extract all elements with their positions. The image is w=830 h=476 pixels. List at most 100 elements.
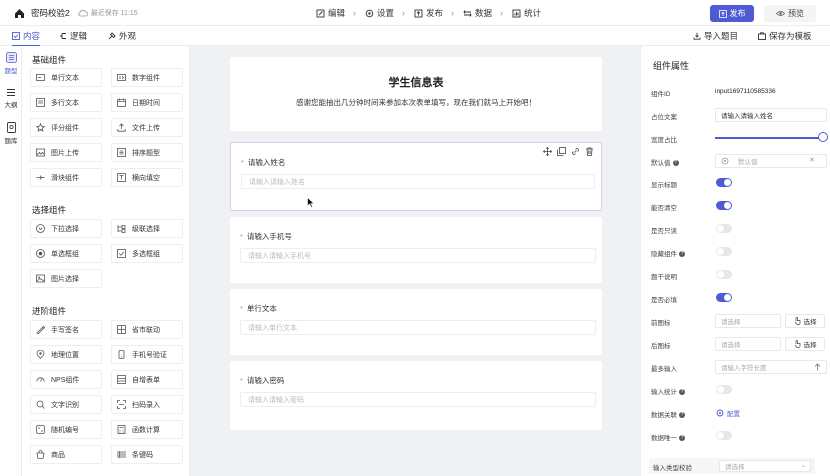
- prefix-icon-input[interactable]: 请选择: [715, 314, 781, 328]
- name-input[interactable]: 请输入请输入姓名: [241, 174, 595, 189]
- component-ocr[interactable]: 文字识别: [30, 395, 102, 414]
- component-function-calc[interactable]: 函数计算: [111, 420, 183, 439]
- required-switch[interactable]: [716, 293, 732, 302]
- question-card[interactable]: * 请输入密码 请输入请输入密码: [230, 361, 602, 430]
- nav-separator: ›: [500, 8, 504, 18]
- width-slider-track[interactable]: [715, 137, 821, 139]
- prefix-icon-select-button[interactable]: 选择: [785, 314, 825, 328]
- component-single-line-text[interactable]: 单行文本: [30, 68, 102, 87]
- rail-outline-label: 大纲: [4, 102, 18, 109]
- readonly-switch[interactable]: [716, 224, 732, 233]
- show-title-switch[interactable]: [716, 178, 732, 187]
- type-check-select[interactable]: 请选择 ⌄: [719, 460, 811, 472]
- nav-edit[interactable]: 编辑: [316, 7, 345, 19]
- prop-default-value: 默认值? 默认值 ✕: [651, 153, 829, 169]
- rail-question-types[interactable]: 题型: [0, 52, 22, 75]
- nav-publish[interactable]: 发布: [414, 7, 443, 19]
- prop-label: 默认值?: [651, 157, 679, 167]
- cascade-icon: [117, 224, 126, 233]
- input-stats-switch[interactable]: [716, 385, 732, 394]
- prop-toggle-show-title: 显示标题: [651, 175, 829, 191]
- component-datetime[interactable]: 日期时间: [111, 93, 183, 112]
- question-card[interactable]: * 单行文本 请输入单行文本: [230, 289, 602, 355]
- publish-button[interactable]: 发布: [710, 5, 754, 22]
- component-rating[interactable]: 评分组件: [30, 118, 102, 137]
- required-marker: *: [240, 304, 243, 313]
- component-sorting[interactable]: 排序题型: [111, 143, 183, 162]
- preview-button[interactable]: 预览: [764, 5, 816, 22]
- prop-data-relation: 数据关联? 配置: [651, 405, 829, 421]
- stem-note-switch[interactable]: [716, 270, 732, 279]
- rail-outline[interactable]: 大纲: [0, 88, 22, 109]
- component-multi-line-text[interactable]: 多行文本: [30, 93, 102, 112]
- appearance-icon: [108, 32, 116, 40]
- configure-link[interactable]: 配置: [716, 408, 740, 418]
- help-icon[interactable]: ?: [679, 251, 685, 258]
- component-image-upload[interactable]: 图片上传: [30, 143, 102, 162]
- component-signature[interactable]: 手写签名: [30, 320, 102, 339]
- help-icon[interactable]: ?: [679, 412, 685, 419]
- component-region[interactable]: 省市联动: [111, 320, 183, 339]
- component-image-choice[interactable]: 图片选择: [30, 269, 102, 288]
- component-random-number[interactable]: 随机编号: [30, 420, 102, 439]
- placeholder-input[interactable]: 请输入请输入姓名: [715, 108, 827, 122]
- component-radio-group[interactable]: 单选框组: [30, 244, 102, 263]
- star-icon: [35, 122, 46, 132]
- type-check-placeholder: 请选择: [725, 464, 745, 471]
- calculator-icon: [117, 425, 126, 434]
- drag-move-icon[interactable]: [543, 147, 552, 156]
- component-checkbox-group[interactable]: 多选框组: [111, 244, 183, 263]
- home-icon[interactable]: [14, 8, 25, 19]
- hand-pointer-icon: [794, 340, 800, 348]
- form-name[interactable]: 密码校验2: [31, 7, 70, 19]
- clearable-switch[interactable]: [716, 201, 732, 210]
- random-icon: [36, 425, 45, 434]
- link-icon[interactable]: [571, 147, 580, 156]
- nav-stats-label: 统计: [524, 8, 542, 18]
- component-location[interactable]: 地理位置: [30, 345, 102, 364]
- suffix-icon-input[interactable]: 请选择: [715, 337, 781, 351]
- component-dropdown[interactable]: 下拉选择: [30, 219, 102, 238]
- form-header-card[interactable]: 学生信息表 感谢您能抽出几分钟时间来参加本次表单填写，现在我们就马上开始吧！: [230, 57, 602, 131]
- tab-logic[interactable]: 逻辑: [59, 26, 87, 46]
- help-icon[interactable]: ?: [672, 160, 679, 167]
- hidden-switch[interactable]: [716, 247, 732, 256]
- save-as-template-button[interactable]: 保存为模板: [758, 26, 812, 46]
- import-questions-button[interactable]: 导入题目: [693, 26, 738, 46]
- question-card[interactable]: * 请输入手机号 请输入请输入手机号: [230, 217, 602, 283]
- data-unique-switch[interactable]: [716, 431, 732, 440]
- trash-icon[interactable]: [585, 147, 594, 156]
- password-input[interactable]: 请输入请输入密码: [240, 392, 596, 407]
- tab-content[interactable]: 内容: [12, 26, 41, 47]
- component-auto-increment-form[interactable]: 自增表单: [111, 370, 183, 389]
- rail-question-bank[interactable]: 题库: [0, 122, 22, 145]
- copy-icon[interactable]: [557, 147, 566, 156]
- component-slider[interactable]: 滑块组件: [30, 168, 102, 187]
- width-slider-handle[interactable]: [818, 132, 828, 142]
- arrow-up-icon[interactable]: [814, 363, 821, 371]
- max-length-input[interactable]: 请输入字符长度: [715, 360, 827, 374]
- nav-settings[interactable]: 设置: [365, 7, 394, 19]
- component-nps[interactable]: NPS组件: [30, 370, 102, 389]
- component-inline-fill[interactable]: 横向填空: [111, 168, 183, 187]
- component-barcode[interactable]: 条键码: [111, 445, 183, 464]
- component-number[interactable]: 数字组件: [111, 68, 183, 87]
- suffix-icon-select-button[interactable]: 选择: [785, 337, 825, 351]
- component-cascader[interactable]: 级联选择: [111, 219, 183, 238]
- component-phone-verify[interactable]: 手机号验证: [111, 345, 183, 364]
- tab-appearance[interactable]: 外观: [108, 26, 136, 46]
- component-product[interactable]: 商品: [30, 445, 102, 464]
- component-scan-input[interactable]: 扫码录入: [111, 395, 183, 414]
- question-card-selected[interactable]: * 请输入姓名 请输入请输入姓名: [230, 142, 602, 211]
- component-file-upload[interactable]: 文件上传: [111, 118, 183, 137]
- help-icon[interactable]: ?: [679, 435, 685, 442]
- phone-input[interactable]: 请输入请输入手机号: [240, 248, 596, 263]
- gear-icon[interactable]: [721, 157, 729, 165]
- help-icon[interactable]: ?: [679, 389, 685, 396]
- radio-icon: [36, 249, 45, 258]
- clear-icon[interactable]: ✕: [809, 156, 815, 164]
- component-label: 函数计算: [132, 426, 160, 434]
- single-line-text-input[interactable]: 请输入单行文本: [240, 320, 596, 335]
- nav-data[interactable]: 数据: [463, 7, 492, 19]
- nav-stats[interactable]: 统计: [512, 7, 541, 19]
